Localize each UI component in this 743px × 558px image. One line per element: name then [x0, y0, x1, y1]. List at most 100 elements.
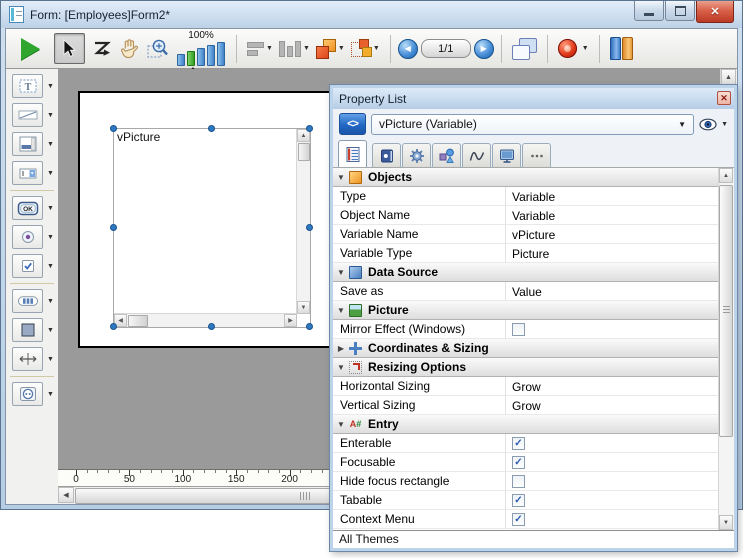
- selection-handle[interactable]: [110, 224, 117, 231]
- close-button[interactable]: ✕: [696, 1, 734, 23]
- property-value[interactable]: Variable: [505, 206, 719, 225]
- pointer-tool-button[interactable]: [54, 33, 85, 64]
- property-value[interactable]: Variable: [505, 187, 719, 206]
- property-row-hide-focus-rectangle[interactable]: Hide focus rectangle: [333, 472, 719, 491]
- tab-display-monitor[interactable]: [492, 143, 521, 167]
- property-value[interactable]: Value: [505, 282, 719, 301]
- object-selector-dropdown[interactable]: vPicture (Variable) ▼: [371, 114, 694, 135]
- next-page-button[interactable]: ▶: [474, 39, 494, 59]
- form-page[interactable]: vPicture ▲ ▼ ◀ ▶: [78, 91, 357, 348]
- duplicate-grid-tool-button[interactable]: ▼: [351, 39, 380, 58]
- property-list-close-button[interactable]: ✕: [717, 91, 731, 105]
- property-value[interactable]: vPicture: [505, 225, 719, 244]
- object-navigation-button[interactable]: <>: [339, 113, 366, 135]
- scroll-up-button[interactable]: ▲: [719, 168, 733, 183]
- tab-shapes[interactable]: [432, 143, 461, 167]
- property-value[interactable]: Picture: [505, 244, 719, 263]
- dropdown-arrow-icon[interactable]: ▼: [47, 391, 54, 398]
- combo-tool-button[interactable]: [12, 161, 43, 185]
- zoom-tool-button[interactable]: [146, 38, 170, 60]
- disclosure-triangle-icon[interactable]: ▶: [333, 344, 349, 353]
- property-row-vertical-sizing[interactable]: Vertical SizingGrow: [333, 396, 719, 415]
- scroll-left-button[interactable]: ◀: [58, 487, 74, 503]
- scroll-up-button[interactable]: ▲: [721, 69, 736, 85]
- window-titlebar[interactable]: Form: [Employees]Form2* ✕: [1, 1, 742, 28]
- checkbox-unchecked[interactable]: [512, 323, 525, 336]
- selection-handle[interactable]: [208, 323, 215, 330]
- section-header-objects[interactable]: ▼Objects: [333, 168, 719, 187]
- form-views-button[interactable]: [512, 38, 537, 59]
- zoom-level-widget[interactable]: 100%: [177, 31, 225, 66]
- disclosure-triangle-icon[interactable]: ▼: [333, 420, 349, 429]
- execute-form-button[interactable]: [21, 38, 40, 60]
- property-row-mirror-effect-windows-[interactable]: Mirror Effect (Windows): [333, 320, 719, 339]
- dropdown-arrow-icon[interactable]: ▼: [47, 234, 54, 241]
- dropdown-arrow-icon[interactable]: ▼: [47, 141, 54, 148]
- scroll-right-button[interactable]: ▶: [284, 314, 297, 327]
- text-tool-button[interactable]: T: [12, 74, 43, 98]
- section-header-picture[interactable]: ▼Picture: [333, 301, 719, 320]
- line-tool-button[interactable]: [12, 103, 43, 127]
- dropdown-arrow-icon[interactable]: ▼: [266, 45, 273, 52]
- dropdown-arrow-icon[interactable]: ▼: [582, 45, 589, 52]
- checkbox-tool-button[interactable]: [12, 254, 43, 278]
- section-header-coordinates-sizing[interactable]: ▶Coordinates & Sizing: [333, 339, 719, 358]
- tab-property-list[interactable]: [338, 140, 367, 167]
- tab-more-ellipsis[interactable]: [522, 143, 551, 167]
- object-vertical-scrollbar[interactable]: ▲ ▼: [296, 129, 310, 314]
- vpicture-object[interactable]: vPicture ▲ ▼ ◀ ▶: [113, 128, 311, 328]
- shields-button[interactable]: ▼: [558, 39, 589, 58]
- tab-address-book[interactable]: [372, 143, 401, 167]
- dropdown-arrow-icon[interactable]: ▼: [47, 83, 54, 90]
- property-row-context-menu[interactable]: Context Menu✓: [333, 510, 719, 529]
- button-ok-tool-button[interactable]: OK: [12, 196, 43, 220]
- dropdown-arrow-icon[interactable]: ▼: [47, 112, 54, 119]
- selection-handle[interactable]: [306, 125, 313, 132]
- property-row-variable-type[interactable]: Variable TypePicture: [333, 244, 719, 263]
- view-options-button[interactable]: ▼: [699, 118, 728, 131]
- selection-handle[interactable]: [306, 323, 313, 330]
- section-header-data-source[interactable]: ▼Data Source: [333, 263, 719, 282]
- property-list-titlebar[interactable]: Property List ✕: [333, 88, 734, 109]
- checkbox-checked[interactable]: ✓: [512, 513, 525, 526]
- page-indicator-field[interactable]: 1/1: [421, 39, 471, 58]
- property-row-variable-name[interactable]: Variable NamevPicture: [333, 225, 719, 244]
- dropdown-arrow-icon[interactable]: ▼: [47, 356, 54, 363]
- explorer-button[interactable]: [610, 37, 633, 60]
- property-value[interactable]: Grow: [505, 377, 719, 396]
- disclosure-triangle-icon[interactable]: ▼: [333, 306, 349, 315]
- property-row-focusable[interactable]: Focusable✓: [333, 453, 719, 472]
- selection-handle[interactable]: [208, 125, 215, 132]
- property-row-save-as[interactable]: Save asValue: [333, 282, 719, 301]
- align-tool-button[interactable]: ▼: [247, 42, 273, 56]
- section-header-resizing-options[interactable]: ▼Resizing Options: [333, 358, 719, 377]
- dropdown-arrow-icon[interactable]: ▼: [47, 205, 54, 212]
- zoom-level-bars-icon[interactable]: [177, 42, 225, 66]
- property-value[interactable]: Grow: [505, 396, 719, 415]
- dropdown-arrow-icon[interactable]: ▼: [47, 298, 54, 305]
- object-horizontal-scrollbar[interactable]: ◀ ▶: [114, 313, 297, 327]
- selection-handle[interactable]: [110, 125, 117, 132]
- entry-order-tool-button[interactable]: [91, 39, 113, 58]
- disclosure-triangle-icon[interactable]: ▼: [333, 363, 349, 372]
- property-row-tabable[interactable]: Tabable✓: [333, 491, 719, 510]
- section-header-entry[interactable]: ▼Entry: [333, 415, 719, 434]
- dropdown-arrow-icon[interactable]: ▼: [373, 45, 380, 52]
- property-row-horizontal-sizing[interactable]: Horizontal SizingGrow: [333, 377, 719, 396]
- splitter-tool-button[interactable]: [12, 347, 43, 371]
- vertical-scroll-thumb[interactable]: [719, 185, 733, 437]
- dropdown-arrow-icon[interactable]: ▼: [338, 45, 345, 52]
- checkbox-checked[interactable]: ✓: [512, 456, 525, 469]
- tab-settings-gear[interactable]: [402, 143, 431, 167]
- property-row-object-name[interactable]: Object NameVariable: [333, 206, 719, 225]
- checkbox-unchecked[interactable]: [512, 475, 525, 488]
- plugin-tool-button[interactable]: [12, 382, 43, 406]
- vertical-scroll-thumb[interactable]: [298, 143, 310, 161]
- disclosure-triangle-icon[interactable]: ▼: [333, 173, 349, 182]
- scroll-down-button[interactable]: ▼: [719, 515, 733, 530]
- move-hand-tool-button[interactable]: [119, 38, 140, 59]
- selection-handle[interactable]: [110, 323, 117, 330]
- distribute-tool-button[interactable]: ▼: [279, 41, 310, 57]
- scroll-down-button[interactable]: ▼: [297, 301, 310, 314]
- property-row-type[interactable]: TypeVariable: [333, 187, 719, 206]
